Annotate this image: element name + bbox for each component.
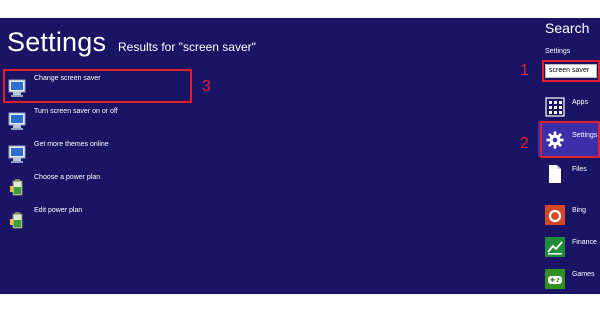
- scope-label: Finance: [572, 239, 597, 246]
- games-icon: [545, 269, 565, 289]
- apps-grid-icon: [545, 97, 565, 117]
- windows-search-screen: Settings Results for "screen saver" Chan…: [0, 18, 600, 294]
- search-pane-title: Search: [545, 20, 590, 36]
- results-pane: Settings Results for "screen saver" Chan…: [0, 18, 533, 294]
- scope-files[interactable]: Files: [545, 164, 600, 194]
- highlight-settings-scope: [540, 121, 600, 158]
- search-charm-pane: Search Settings screen saver Apps Settin…: [533, 18, 600, 294]
- scope-games[interactable]: Games: [545, 269, 600, 294]
- bing-icon: [545, 205, 565, 225]
- result-choose-power-plan[interactable]: Choose a power plan: [5, 172, 191, 202]
- scope-label: Games: [572, 271, 595, 278]
- step-1-label: 1: [520, 62, 529, 79]
- step-2-label: 2: [520, 135, 529, 152]
- results-for-label: Results for "screen saver": [118, 40, 256, 54]
- finance-chart-icon: [545, 237, 565, 257]
- battery-icon: [8, 177, 26, 197]
- battery-icon: [8, 210, 26, 230]
- document-icon: [545, 164, 565, 184]
- result-label: Turn screen saver on or off: [34, 108, 118, 115]
- page-title: Settings: [7, 27, 107, 57]
- highlight-search-input: [542, 60, 600, 82]
- result-get-more-themes-online[interactable]: Get more themes online: [5, 139, 191, 169]
- highlight-change-screen-saver: [3, 69, 192, 103]
- search-scope-label: Settings: [545, 48, 571, 55]
- result-edit-power-plan[interactable]: Edit power plan: [5, 205, 191, 235]
- result-label: Edit power plan: [34, 207, 83, 214]
- monitor-settings-icon: [8, 144, 26, 164]
- result-label: Choose a power plan: [34, 174, 101, 181]
- result-turn-screen-saver-on-off[interactable]: Turn screen saver on or off: [5, 106, 191, 136]
- scope-label: Files: [572, 166, 587, 173]
- scope-label: Apps: [572, 99, 588, 106]
- monitor-settings-icon: [8, 111, 26, 131]
- step-3-label: 3: [202, 78, 211, 95]
- scope-finance[interactable]: Finance: [545, 237, 600, 267]
- scope-label: Bing: [572, 207, 587, 214]
- result-label: Get more themes online: [34, 141, 109, 148]
- scope-bing[interactable]: Bing: [545, 205, 600, 235]
